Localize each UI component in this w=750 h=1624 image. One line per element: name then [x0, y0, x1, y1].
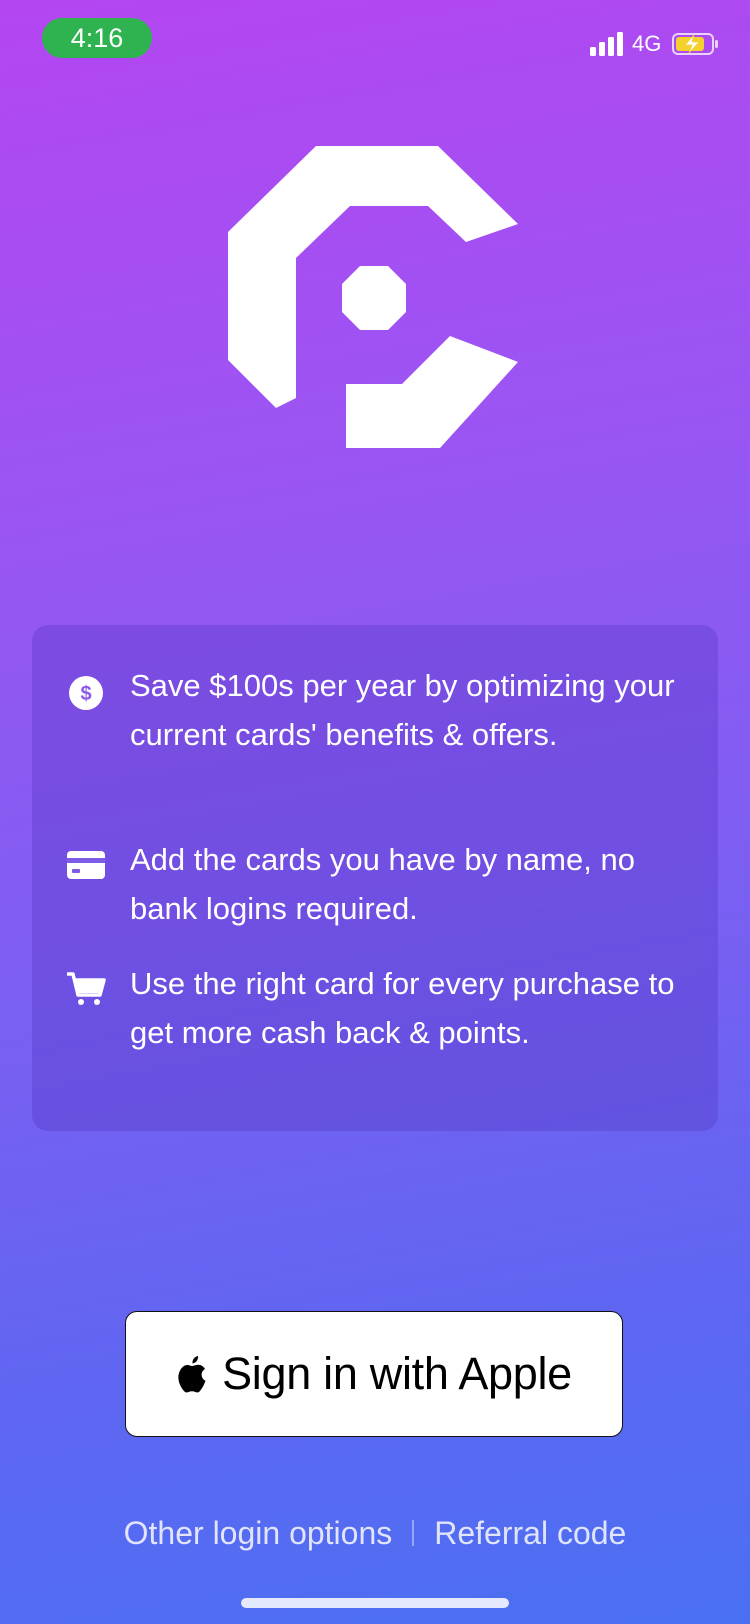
referral-code-link[interactable]: Referral code [434, 1515, 626, 1552]
cardpointers-logo-icon [228, 146, 518, 448]
feature-text: Add the cards you have by name, no bank … [130, 842, 635, 926]
feature-text: Use the right card for every purchase to… [130, 966, 675, 1050]
feature-text: Save $100s per year by optimizing your c… [130, 668, 675, 752]
battery-charging-icon [672, 33, 718, 55]
features-card: $ Save $100s per year by optimizing your… [32, 625, 718, 1131]
status-time: 4:16 [42, 18, 152, 58]
shopping-cart-icon [67, 972, 106, 1005]
other-login-options-link[interactable]: Other login options [124, 1515, 393, 1552]
network-label: 4G [632, 31, 662, 56]
status-bar: 4:16 4G [0, 0, 750, 88]
sign-in-with-apple-button[interactable]: Sign in with Apple [125, 1311, 623, 1437]
apple-logo-icon [178, 1356, 206, 1393]
credit-card-icon [67, 851, 105, 879]
svg-text:$: $ [80, 683, 91, 705]
signal-icon [590, 32, 623, 56]
footer-divider [412, 1520, 415, 1546]
dollar-circle-icon: $ [69, 676, 103, 710]
home-indicator [241, 1598, 509, 1608]
sign-in-label: Sign in with Apple [222, 1348, 572, 1399]
footer-links: Other login options Referral code [0, 1508, 750, 1558]
